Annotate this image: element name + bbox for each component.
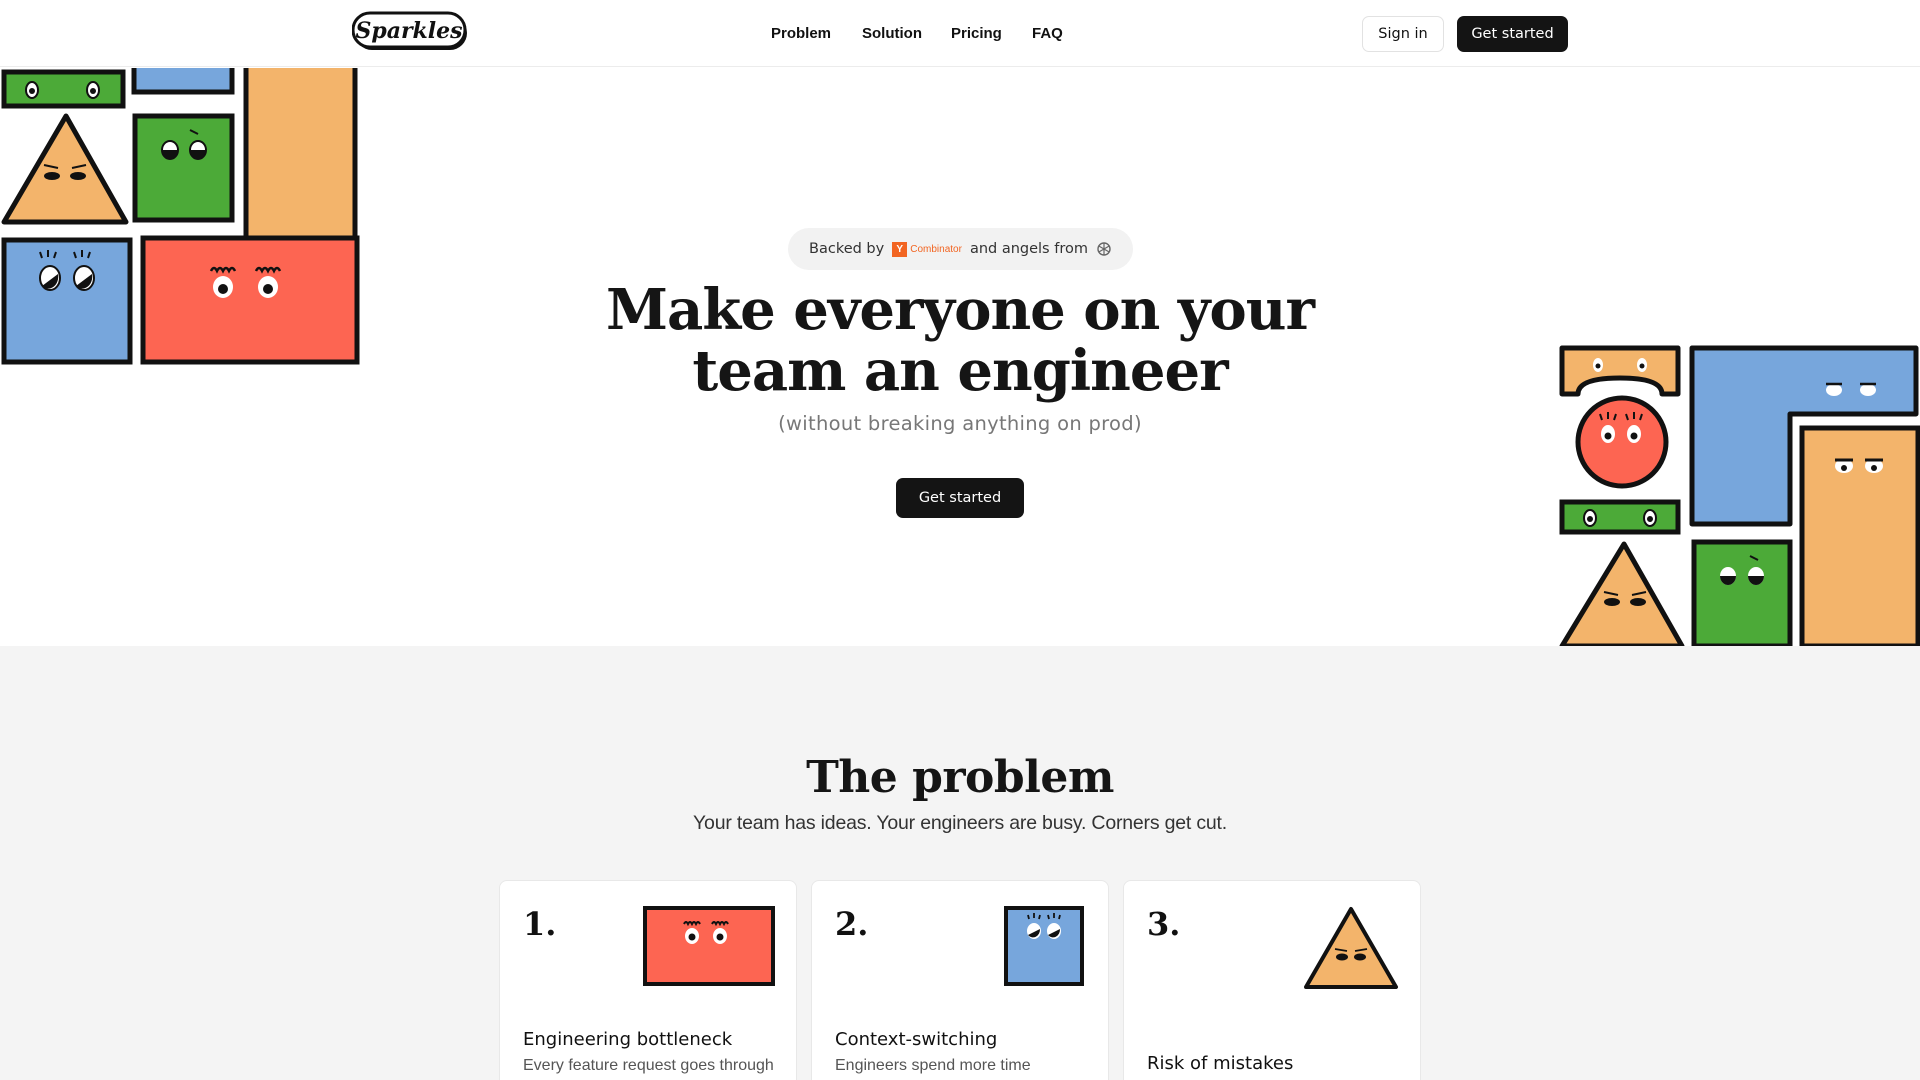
sign-in-button[interactable]: Sign in [1362, 16, 1444, 52]
nav-solution[interactable]: Solution [862, 25, 922, 42]
red-rectangle-card-icon [643, 906, 775, 986]
hero-shapes-left-illustration [1, 68, 360, 365]
sparkles-logo[interactable]: Sparkles [352, 10, 470, 56]
hero-shapes-right-illustration [1559, 345, 1920, 646]
badge-prefix: Backed by [809, 241, 885, 257]
card-title: Engineering bottleneck [523, 1029, 733, 1050]
red-circle-character [1575, 395, 1669, 489]
orange-triangle-character [1, 113, 129, 225]
card-number: 1. [523, 905, 557, 943]
green-bar-right-character [1559, 499, 1681, 535]
hero-headline: Make everyone on your team an engineer [560, 280, 1360, 402]
yc-logo-icon: Y [892, 241, 908, 257]
nav-problem[interactable]: Problem [771, 25, 831, 42]
green-square-right-character [1691, 539, 1793, 646]
orange-triangle-card-icon [1304, 907, 1398, 989]
hero-subhead: (without breaking anything on prod) [778, 412, 1142, 435]
backers-badge: Backed by Y Combinator and angels from [788, 228, 1133, 270]
problem-card-1: 1. Engineering bottleneck Every feature … [499, 880, 797, 1080]
openai-icon [1097, 242, 1111, 256]
problem-subtitle: Your team has ideas. Your engineers are … [693, 812, 1227, 834]
blue-square-character [1, 237, 133, 365]
orange-tall-character [1799, 425, 1920, 646]
green-bar-character [1, 69, 126, 109]
card-description: Engineers spend more time [835, 1057, 1031, 1074]
hero-headline-line-1: Make everyone on your [606, 277, 1315, 343]
hero-get-started-button[interactable]: Get started [896, 478, 1024, 518]
nav-pricing[interactable]: Pricing [951, 25, 1002, 42]
problem-card-2: 2. Context-switching Engineers spend mor… [811, 880, 1109, 1080]
green-square-character [132, 113, 235, 223]
hero-headline-line-2: team an engineer [692, 338, 1228, 404]
badge-middle: and angels from [969, 241, 1088, 257]
blue-square-card-icon [1004, 906, 1084, 986]
header-get-started-button[interactable]: Get started [1457, 16, 1568, 52]
site-header: Sparkles Problem Solution Pricing FAQ Si… [0, 0, 1920, 67]
yc-logo-text: Combinator [910, 243, 962, 255]
card-number: 2. [835, 905, 869, 943]
orange-triangle-right-character [1559, 541, 1685, 646]
orange-bridge-character [1559, 345, 1681, 397]
red-rectangle-character [140, 235, 360, 365]
card-title: Context-switching [835, 1029, 998, 1050]
problem-card-3: 3. Risk of mistakes [1123, 880, 1421, 1080]
card-title: Risk of mistakes [1147, 1053, 1294, 1074]
problem-title: The problem [806, 752, 1114, 803]
nav-faq[interactable]: FAQ [1032, 25, 1063, 42]
card-description: Every feature request goes through [523, 1057, 774, 1074]
card-number: 3. [1147, 905, 1181, 943]
svg-text:Sparkles: Sparkles [355, 18, 462, 44]
